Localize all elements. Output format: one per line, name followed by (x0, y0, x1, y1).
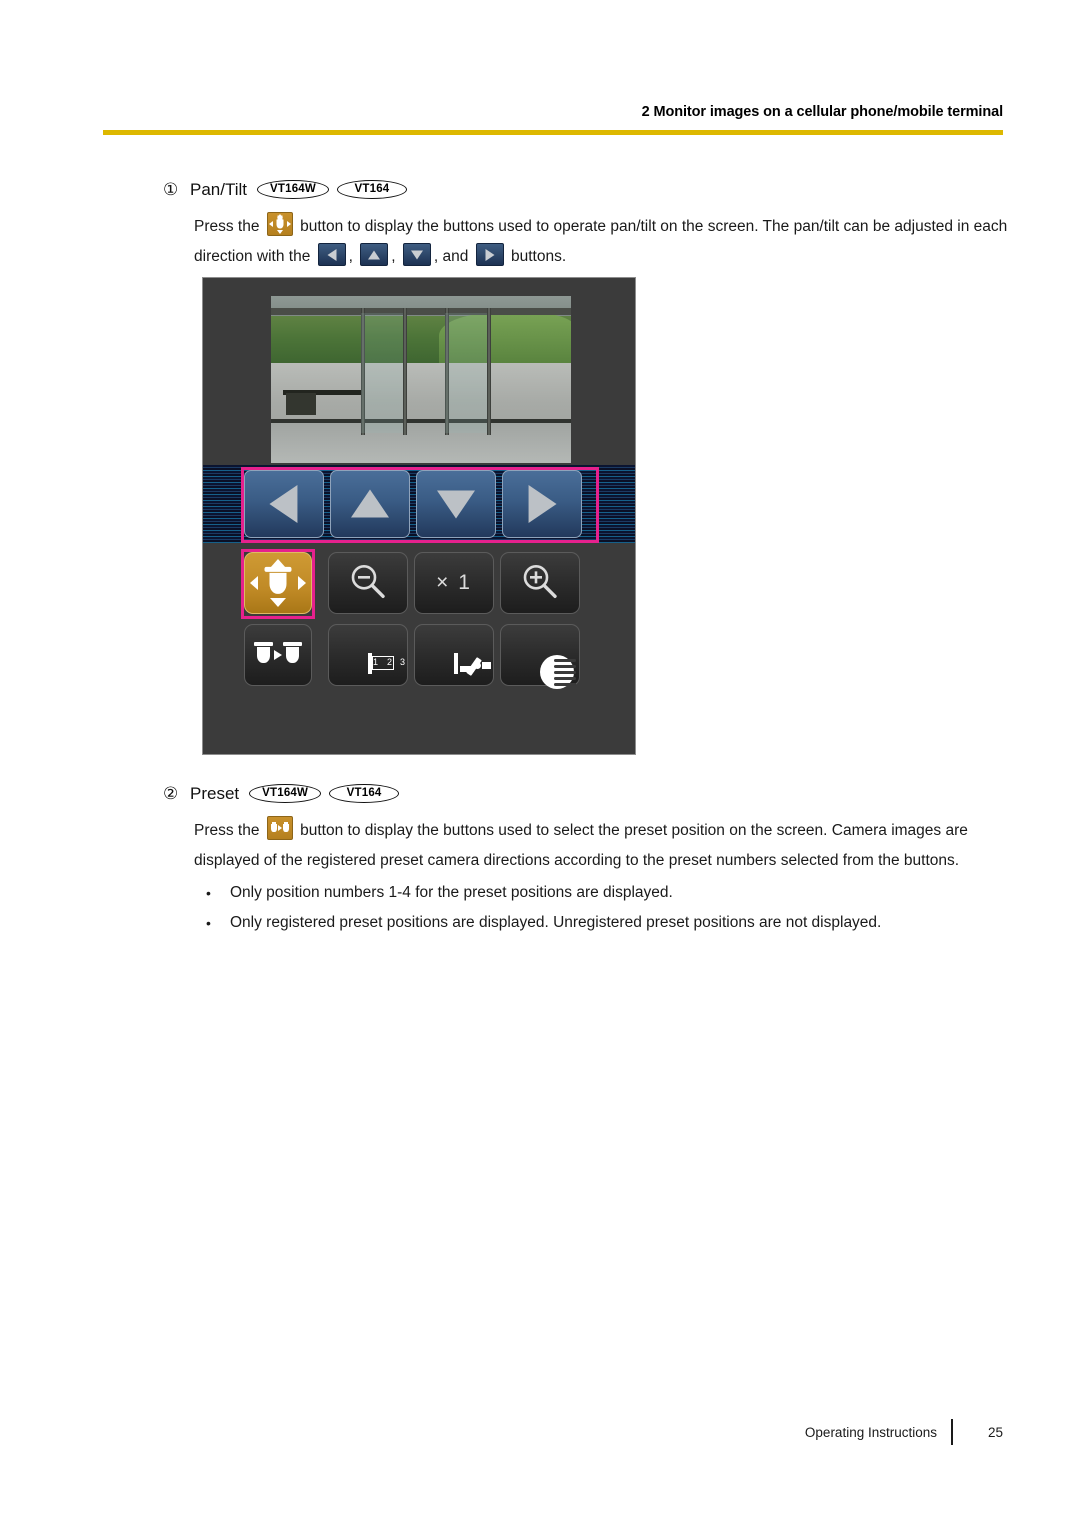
model-badge-vt164w: VT164W (249, 783, 322, 803)
header-rule (103, 130, 1003, 136)
zoom-in-icon (523, 565, 557, 599)
body-text-3: , (348, 248, 353, 265)
body-text-5: , and (433, 248, 469, 265)
body-text-1: Press the (194, 218, 260, 235)
zoom-out-button[interactable] (328, 552, 408, 614)
resolution-num-1: 1 (373, 657, 379, 667)
tilt-up-button[interactable] (330, 470, 410, 538)
zoom-level-button[interactable]: × 1 (414, 552, 494, 614)
pan-right-button[interactable] (502, 470, 582, 538)
section-preset: ② Preset VT164W VT164 Press the button t… (163, 782, 1008, 938)
page-footer: Operating Instructions 25 (103, 1419, 1003, 1445)
list-item: Only registered preset positions are dis… (194, 908, 1008, 938)
footer-divider (951, 1419, 953, 1445)
page-title: 2 Monitor images on a cellular phone/mob… (641, 104, 1004, 120)
list-item: Only position numbers 1-4 for the preset… (194, 878, 1008, 908)
pan-tilt-arrow-row (244, 470, 582, 538)
resolution-num-3: 3 (400, 657, 406, 667)
page-header: 2 Monitor images on a cellular phone/mob… (103, 104, 1004, 136)
preset-icon (266, 816, 293, 840)
arrow-left-icon (317, 243, 346, 266)
zoom-control-row: × 1 (244, 552, 580, 614)
preset-notes-list: Only position numbers 1-4 for the preset… (194, 878, 1008, 938)
footer-label: Operating Instructions (804, 1424, 937, 1440)
zoom-in-button[interactable] (500, 552, 580, 614)
section-body: Press the button to display the buttons … (194, 816, 1008, 876)
zoom-level-label: × 1 (436, 571, 472, 594)
page-number: 25 (987, 1424, 1003, 1440)
resolution-num-2: 2 (387, 657, 393, 667)
section-number: ① (163, 179, 179, 199)
brightness-button[interactable] (500, 624, 580, 689)
camera-video-image (271, 296, 571, 463)
aux-button[interactable] (414, 624, 494, 686)
section-number: ② (163, 783, 179, 803)
zoom-out-icon (351, 565, 385, 599)
pan-tilt-icon (266, 212, 293, 236)
body-text-1: Press the (194, 822, 260, 839)
tilt-down-button[interactable] (416, 470, 496, 538)
pan-tilt-toggle-button[interactable] (244, 552, 312, 614)
section-heading: ① Pan/Tilt VT164W VT164 (163, 178, 1008, 200)
function-button-row: 1 2 3 (244, 624, 580, 689)
section-body: Press the button to display the buttons … (194, 212, 1008, 272)
preset-move-icon (254, 642, 302, 663)
model-badge-vt164w: VT164W (257, 179, 329, 199)
resolution-icon: 1 2 3 (368, 653, 405, 674)
section-title: Pan/Tilt (190, 179, 248, 199)
pan-left-button[interactable] (244, 470, 324, 538)
device-screenshot-panel: × 1 1 2 3 (202, 277, 636, 755)
body-text-2: button to display the buttons used to se… (194, 822, 968, 869)
body-text-4: , (391, 248, 396, 265)
body-text-6: buttons. (510, 248, 567, 265)
section-heading: ② Preset VT164W VT164 (163, 782, 1008, 804)
section-pan-tilt: ① Pan/Tilt VT164W VT164 Press the button… (163, 178, 1008, 272)
preset-button[interactable] (244, 624, 312, 686)
model-badge-vt164: VT164 (329, 783, 400, 803)
arrow-down-icon (402, 243, 431, 266)
aux-icon (454, 653, 491, 677)
arrow-up-icon (360, 243, 389, 266)
model-badge-vt164: VT164 (336, 179, 407, 199)
arrow-right-icon (475, 243, 504, 266)
resolution-button[interactable]: 1 2 3 (328, 624, 408, 686)
body-text-2: button to display the buttons used to op… (194, 218, 1008, 265)
section-title: Preset (190, 783, 240, 803)
